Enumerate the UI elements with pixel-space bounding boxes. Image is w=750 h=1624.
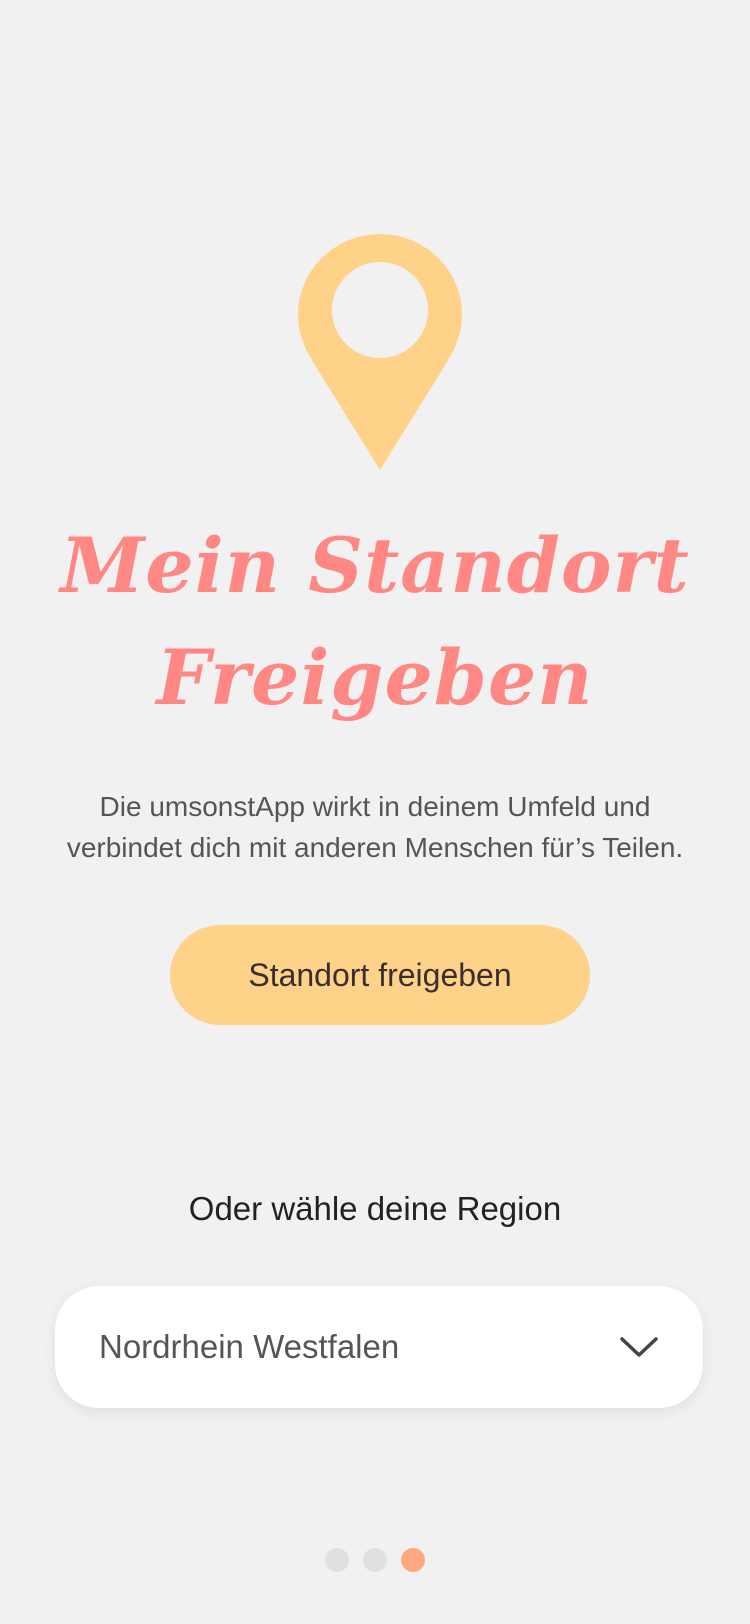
region-selected-value: Nordrhein Westfalen xyxy=(99,1328,400,1365)
page-title: Mein Standort Freigeben xyxy=(0,510,750,734)
description-text: Die umsonstApp wirkt in deinem Umfeld un… xyxy=(30,786,720,868)
title-line-1: Mein Standort xyxy=(60,521,690,610)
chevron-down-icon xyxy=(620,1337,658,1357)
description-line-1: Die umsonstApp wirkt in deinem Umfeld un… xyxy=(99,791,651,822)
page-indicator xyxy=(0,1548,750,1572)
region-dropdown[interactable]: Nordrhein Westfalen xyxy=(55,1286,703,1408)
region-label: Oder wähle deine Region xyxy=(188,1190,562,1227)
page-dot-2 xyxy=(363,1548,387,1572)
share-location-button[interactable]: Standort freigeben xyxy=(170,925,590,1025)
page-dot-1 xyxy=(325,1548,349,1572)
share-location-label: Standort freigeben xyxy=(248,956,512,993)
description-line-2: verbindet dich mit anderen Menschen für’… xyxy=(66,832,684,863)
title-line-2: Freigeben xyxy=(156,633,594,722)
page-dot-3-active xyxy=(401,1548,425,1572)
location-pin-icon xyxy=(298,234,462,470)
